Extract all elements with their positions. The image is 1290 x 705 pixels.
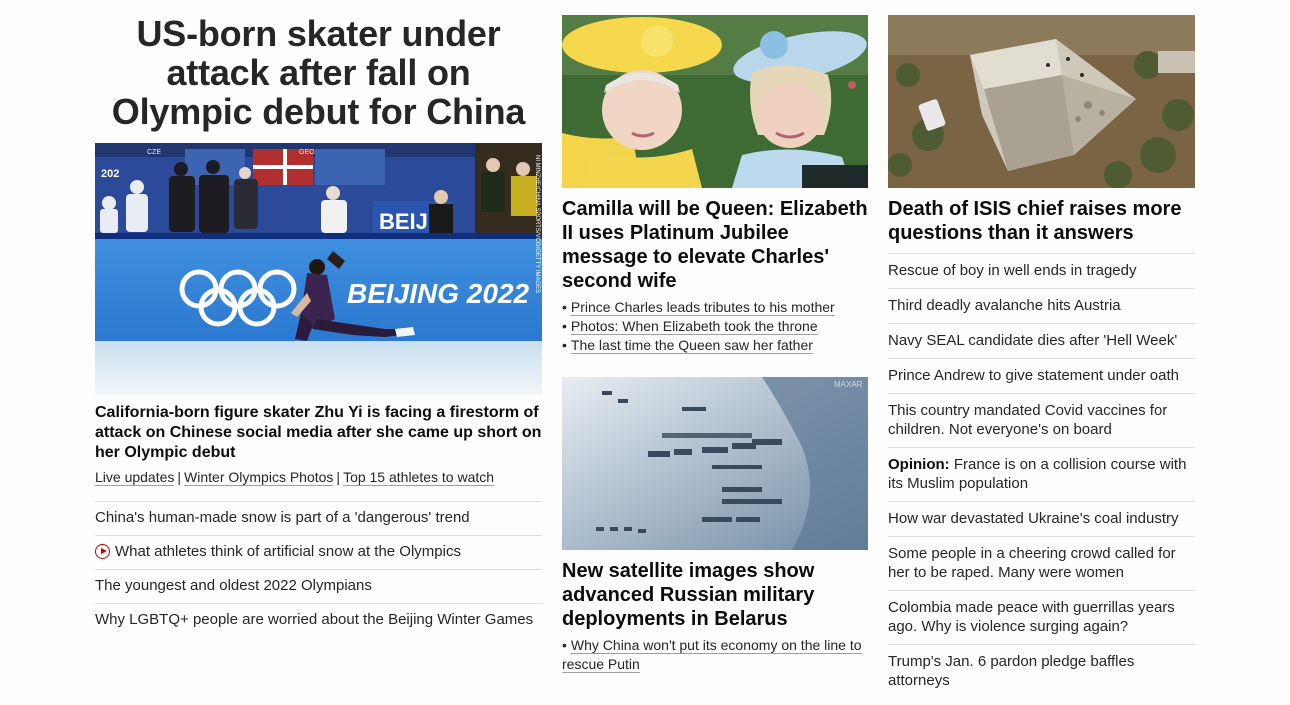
board-right-text: GEO — [299, 149, 315, 156]
maxar-watermark: MAXAR — [834, 380, 863, 389]
list-item[interactable]: Colombia made peace with guerrillas year… — [888, 590, 1195, 644]
related-link[interactable]: Why China won't put its economy on the l… — [562, 637, 862, 673]
list-item[interactable]: Navy SEAL candidate dies after 'Hell Wee… — [888, 323, 1195, 358]
isis-headline[interactable]: Death of ISIS chief raises more question… — [888, 197, 1195, 245]
list-item-opinion[interactable]: Opinion: France is on a collision course… — [888, 447, 1195, 501]
lead-related-list: China's human-made snow is part of a 'da… — [95, 501, 542, 637]
list-item[interactable]: China's human-made snow is part of a 'da… — [95, 501, 542, 535]
right-column: Death of ISIS chief raises more question… — [888, 0, 1195, 698]
lead-description[interactable]: California-born figure skater Zhu Yi is … — [95, 403, 542, 463]
right-headline-list: Rescue of boy in well ends in tragedy Th… — [888, 253, 1195, 698]
related-link[interactable]: Prince Charles leads tributes to his mot… — [570, 299, 835, 316]
list-item[interactable]: This country mandated Covid vaccines for… — [888, 393, 1195, 447]
satellite-related-links: • Why China won't put its economy on the … — [562, 636, 868, 674]
side-text: 202 — [101, 168, 119, 180]
middle-column: Camilla will be Queen: Elizabeth II uses… — [562, 0, 868, 674]
lead-headline[interactable]: US-born skater under attack after fall o… — [95, 14, 542, 131]
satellite-image[interactable]: MAXAR — [562, 377, 868, 550]
isis-raid-image[interactable] — [888, 15, 1195, 188]
list-item[interactable]: The youngest and oldest 2022 Olympians — [95, 569, 542, 603]
play-icon — [95, 544, 110, 559]
list-item[interactable]: Rescue of boy in well ends in tragedy — [888, 253, 1195, 288]
board-left-text: CZE — [147, 149, 161, 156]
top-athletes-link[interactable]: Top 15 athletes to watch — [343, 469, 495, 486]
list-item[interactable]: How war devastated Ukraine's coal indust… — [888, 501, 1195, 536]
bullet-dot: • — [562, 637, 567, 653]
link-separator: | — [336, 469, 341, 485]
lead-inline-links: Live updates | Winter Olympics Photos | Top … — [95, 467, 542, 487]
link-separator: | — [177, 469, 182, 485]
bullet-dot: • — [562, 337, 567, 353]
banner-text: BEIJING 2022 — [347, 278, 530, 309]
upper-banner-text: BEIJ — [379, 209, 428, 234]
queen-camilla-image[interactable] — [562, 15, 868, 188]
lead-story: US-born skater under attack after fall o… — [95, 0, 542, 637]
related-link[interactable]: The last time the Queen saw her father — [570, 337, 813, 354]
list-item[interactable]: Why LGBTQ+ people are worried about the … — [95, 603, 542, 637]
bullet-dot: • — [562, 299, 567, 315]
satellite-headline[interactable]: New satellite images show advanced Russi… — [562, 559, 868, 631]
list-item-video[interactable]: What athletes think of artificial snow a… — [95, 535, 542, 569]
lead-image-skater-fall[interactable]: CZE GEO 202 BEIJ BEIJING 2022 NI MINZHE/… — [95, 143, 542, 395]
opinion-label: Opinion: — [888, 456, 950, 473]
bullet-item: • Prince Charles leads tributes to his mo… — [562, 298, 868, 317]
related-link[interactable]: Photos: When Elizabeth took the throne — [570, 318, 818, 335]
winter-olympics-photos-link[interactable]: Winter Olympics Photos — [184, 469, 334, 486]
list-item[interactable]: Prince Andrew to give statement under oa… — [888, 358, 1195, 393]
camilla-headline[interactable]: Camilla will be Queen: Elizabeth II uses… — [562, 197, 868, 293]
bullet-item: • The last time the Queen saw her father — [562, 336, 868, 355]
bullet-dot: • — [562, 318, 567, 334]
bullet-item: • Photos: When Elizabeth took the throne — [562, 317, 868, 336]
list-item[interactable]: Trump's Jan. 6 pardon pledge baffles att… — [888, 644, 1195, 698]
live-updates-link[interactable]: Live updates — [95, 469, 175, 486]
list-item[interactable]: Some people in a cheering crowd called f… — [888, 536, 1195, 590]
camilla-related-links: • Prince Charles leads tributes to his mo… — [562, 298, 868, 355]
bullet-item: • Why China won't put its economy on the … — [562, 636, 868, 674]
photo-credit: NI MINZHE/CHINA SPORTS/VCG/GETTY IMAGES — [534, 155, 540, 293]
list-item[interactable]: Third deadly avalanche hits Austria — [888, 288, 1195, 323]
